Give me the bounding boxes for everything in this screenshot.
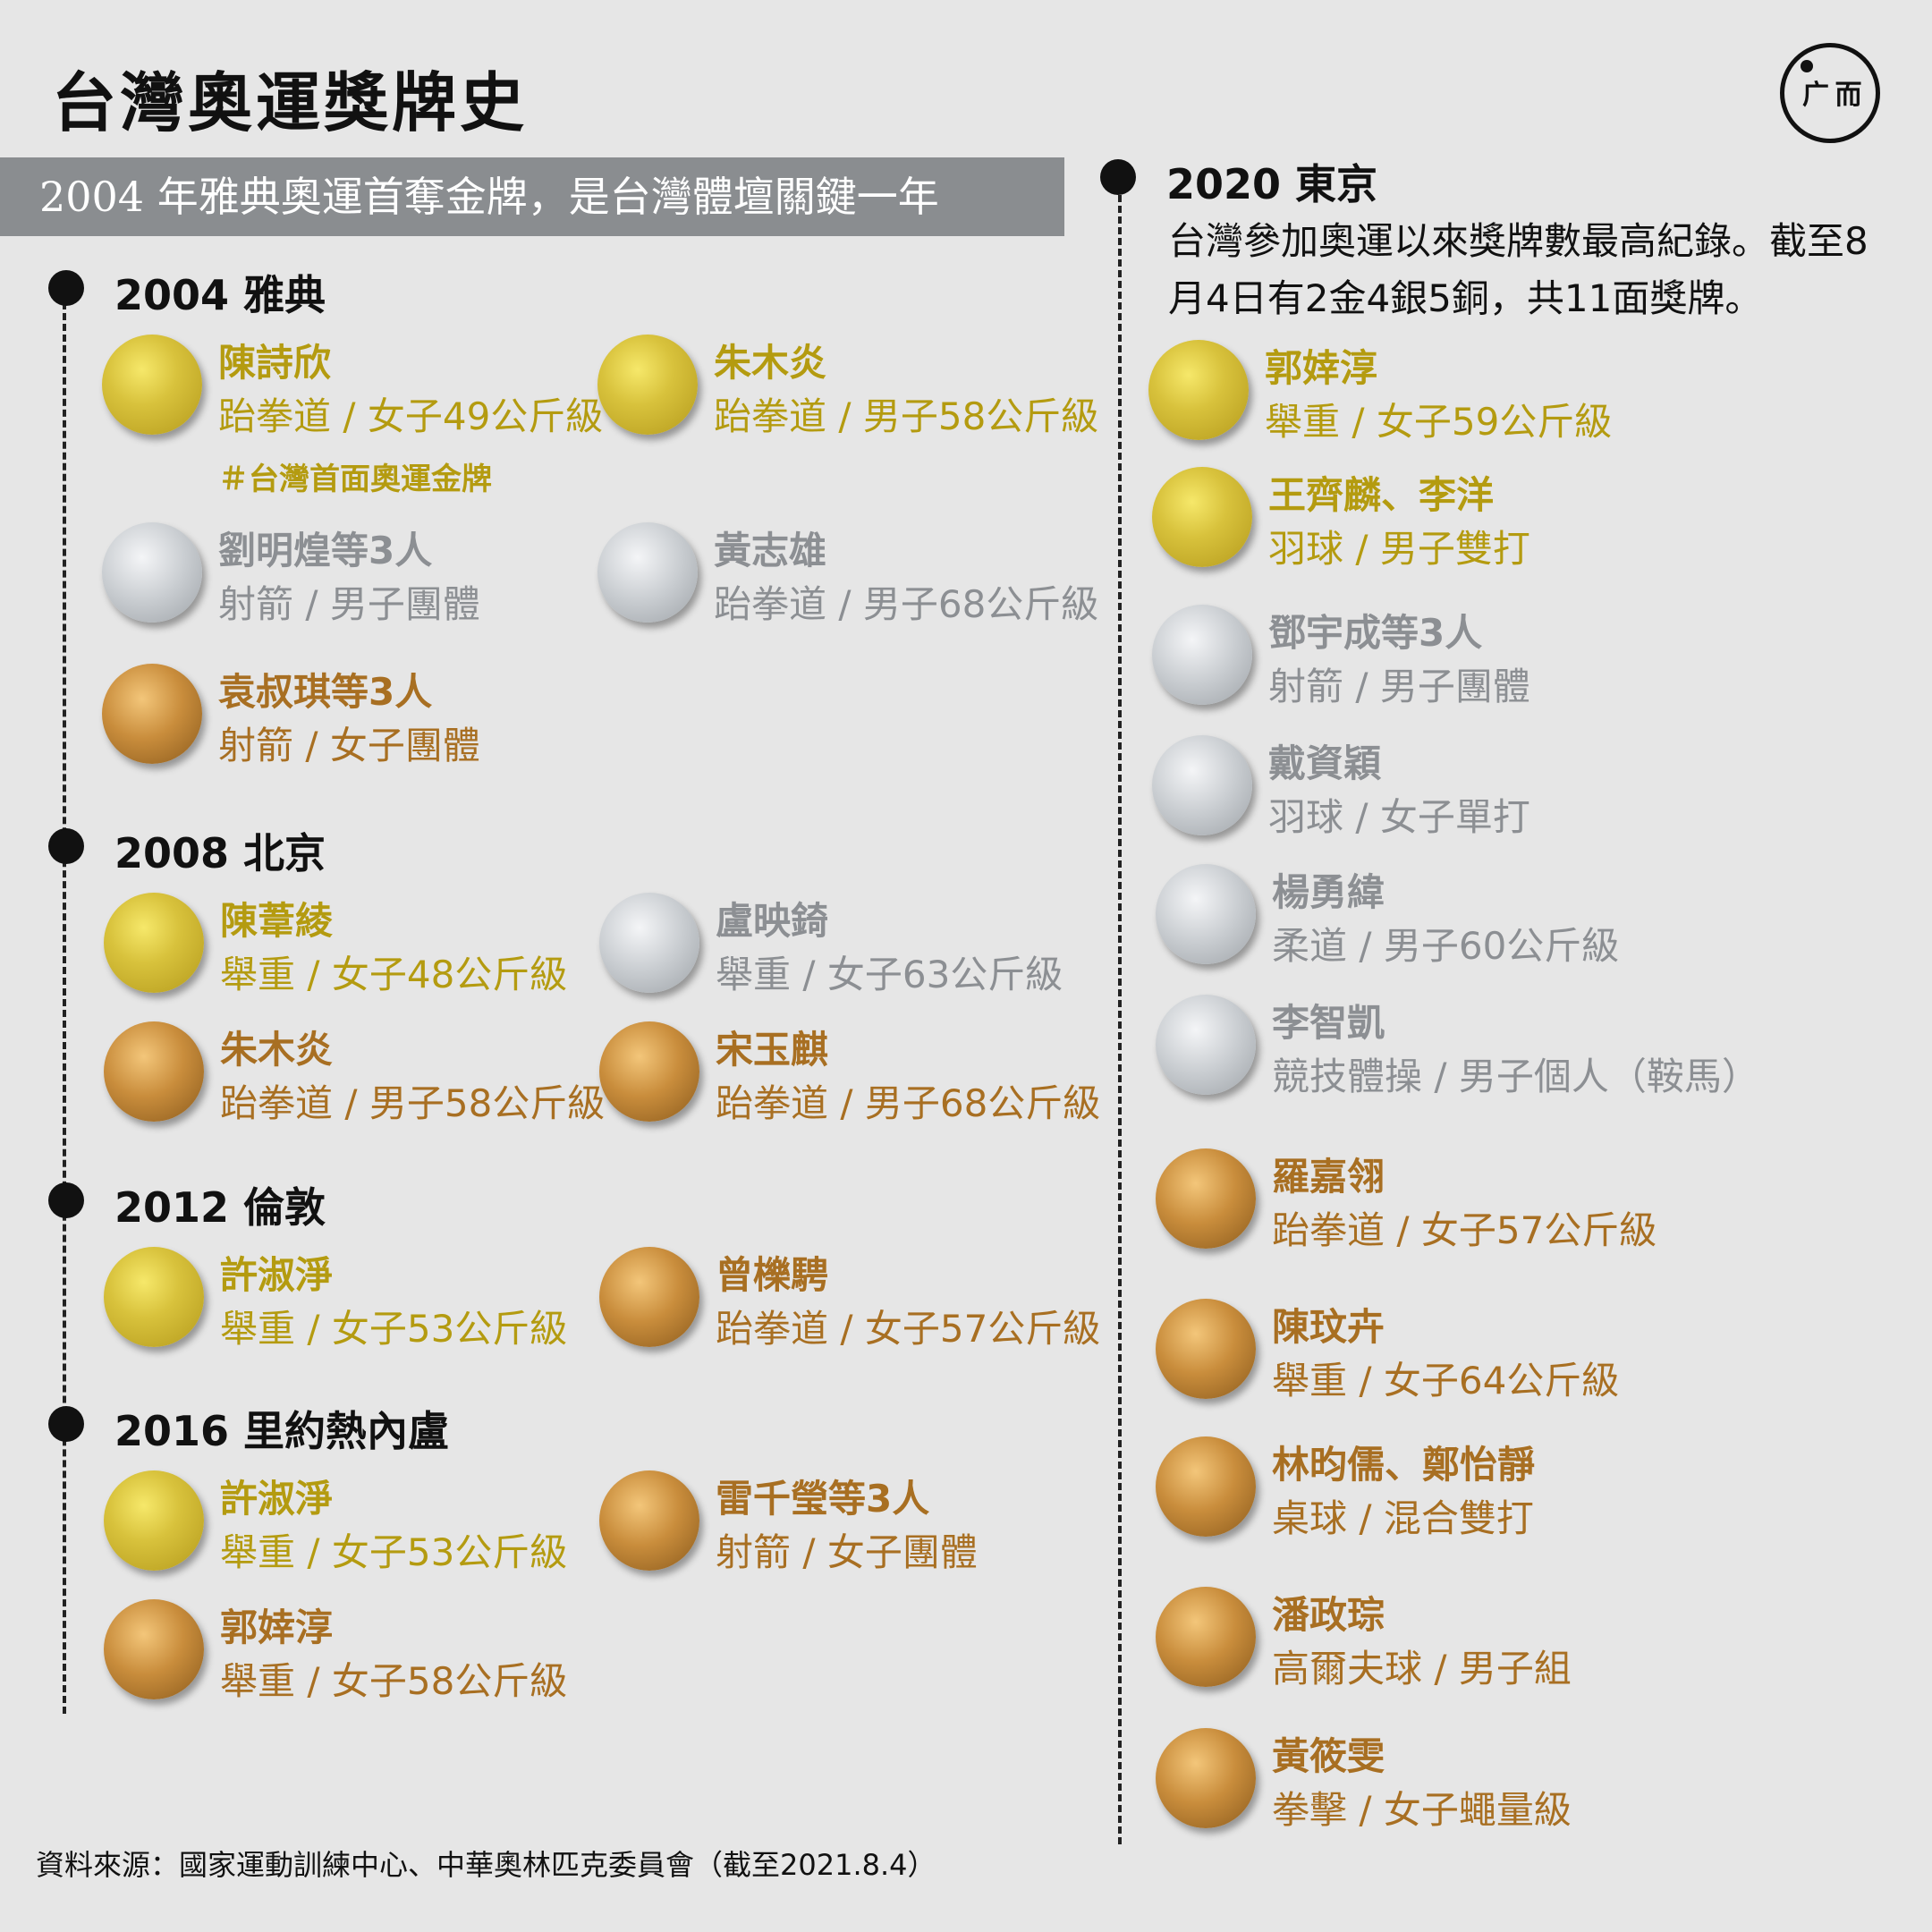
event-label: 跆拳道 / 男子68公斤級 — [714, 582, 1099, 626]
silver-medal-icon — [1152, 735, 1252, 835]
event-label: 舉重 / 女子58公斤級 — [220, 1659, 568, 1703]
year-label: 2004 雅典 — [114, 271, 326, 319]
athlete-name: 羅嘉翎 — [1272, 1155, 1385, 1199]
bronze-medal-icon — [1156, 1728, 1256, 1828]
gold-medal-icon — [102, 335, 202, 435]
athlete-name: 雷千瑩等3人 — [716, 1477, 930, 1521]
event-label: 舉重 / 女子59公斤級 — [1265, 400, 1613, 444]
logo-dot-icon — [1801, 60, 1813, 72]
event-label: 射箭 / 男子團體 — [218, 582, 480, 626]
source-note: 資料來源：國家運動訓練中心、中華奧林匹克委員會（截至2021.8.4） — [36, 1848, 936, 1882]
athlete-name: 許淑淨 — [220, 1477, 334, 1521]
athlete-name: 戴資穎 — [1268, 741, 1382, 785]
bronze-medal-icon — [1156, 1299, 1256, 1399]
event-label: 舉重 / 女子53公斤級 — [220, 1307, 568, 1351]
silver-medal-icon — [599, 893, 699, 993]
athlete-name: 宋玉麒 — [716, 1028, 829, 1072]
silver-medal-icon — [1152, 605, 1252, 705]
event-label: 舉重 / 女子63公斤級 — [716, 953, 1063, 996]
timeline-dot-icon — [1100, 159, 1136, 195]
year-label: 2008 北京 — [114, 829, 326, 877]
bronze-medal-icon — [599, 1470, 699, 1571]
athlete-name: 袁叔琪等3人 — [218, 670, 433, 714]
gold-medal-icon — [1152, 467, 1252, 567]
athlete-name: 劉明煌等3人 — [218, 529, 433, 572]
bronze-medal-icon — [102, 664, 202, 764]
event-label: 高爾夫球 / 男子組 — [1272, 1647, 1572, 1690]
timeline-dot-icon — [48, 828, 84, 864]
silver-medal-icon — [1156, 995, 1256, 1095]
athlete-name: 郭婞淳 — [1265, 346, 1378, 390]
event-label: 射箭 / 女子團體 — [716, 1530, 978, 1574]
event-label: 桌球 / 混合雙打 — [1272, 1496, 1534, 1540]
bronze-medal-icon — [1156, 1148, 1256, 1249]
timeline-left — [63, 292, 66, 1714]
bronze-medal-icon — [1156, 1587, 1256, 1687]
athlete-name: 楊勇緯 — [1272, 870, 1385, 914]
athlete-name: 曾櫟騁 — [716, 1253, 829, 1297]
event-label: 跆拳道 / 男子58公斤級 — [220, 1081, 606, 1125]
event-label: 舉重 / 女子48公斤級 — [220, 953, 568, 996]
year-label: 2016 里約熱內盧 — [114, 1407, 450, 1455]
event-label: 競技體操 / 男子個人（鞍馬） — [1272, 1055, 1759, 1098]
event-label: 跆拳道 / 女子49公斤級 — [218, 394, 604, 438]
bronze-medal-icon — [104, 1021, 204, 1122]
athlete-name: 鄧宇成等3人 — [1268, 611, 1483, 655]
event-label: 羽球 / 男子雙打 — [1268, 527, 1530, 571]
event-label: 跆拳道 / 女子57公斤級 — [716, 1307, 1101, 1351]
brand-logo: 广 而 — [1780, 43, 1880, 143]
athlete-name: 陳葦綾 — [220, 899, 334, 943]
year-label: 2020 東京 — [1166, 160, 1378, 208]
athlete-name: 許淑淨 — [220, 1253, 334, 1297]
year-label: 2012 倫敦 — [114, 1183, 326, 1232]
event-label: 射箭 / 男子團體 — [1268, 665, 1530, 708]
athlete-name: 陳玟卉 — [1272, 1305, 1385, 1349]
bronze-medal-icon — [599, 1247, 699, 1347]
gold-medal-icon — [597, 335, 698, 435]
bronze-medal-icon — [599, 1021, 699, 1122]
event-label: 舉重 / 女子53公斤級 — [220, 1530, 568, 1574]
logo-mark: 广 而 — [1802, 80, 1861, 111]
event-label: 拳擊 / 女子蠅量級 — [1272, 1788, 1572, 1832]
gold-medal-icon — [104, 1470, 204, 1571]
event-label: 柔道 / 男子60公斤級 — [1272, 924, 1620, 968]
athlete-name: 黃筱雯 — [1272, 1734, 1385, 1778]
event-label: 跆拳道 / 男子58公斤級 — [714, 394, 1099, 438]
silver-medal-icon — [1156, 864, 1256, 964]
headline-banner: 2004 年雅典奧運首奪金牌，是台灣體壇關鍵一年 — [0, 157, 1064, 236]
bronze-medal-icon — [1156, 1436, 1256, 1537]
timeline-dot-icon — [48, 1406, 84, 1442]
athlete-name: 朱木炎 — [714, 341, 827, 385]
athlete-name: 林昀儒、鄭怡靜 — [1272, 1443, 1536, 1487]
timeline-dot-icon — [48, 1182, 84, 1218]
silver-medal-icon — [102, 522, 202, 623]
gold-medal-icon — [104, 1247, 204, 1347]
athlete-name: 陳詩欣 — [218, 341, 332, 385]
athlete-name: 王齊麟、李洋 — [1268, 473, 1495, 517]
athlete-name: 郭婞淳 — [220, 1606, 334, 1649]
timeline-right — [1118, 184, 1122, 1844]
event-label: 跆拳道 / 男子68公斤級 — [716, 1081, 1101, 1125]
athlete-name: 李智凱 — [1272, 1001, 1385, 1045]
page-title: 台灣奧運獎牌史 — [52, 65, 529, 140]
athlete-name: 朱木炎 — [220, 1028, 334, 1072]
first-gold-tag: ＃台灣首面奧運金牌 — [218, 462, 492, 497]
event-label: 射箭 / 女子團體 — [218, 724, 480, 767]
event-label: 舉重 / 女子64公斤級 — [1272, 1359, 1620, 1402]
event-label: 羽球 / 女子單打 — [1268, 795, 1530, 839]
athlete-name: 黃志雄 — [714, 529, 827, 572]
athlete-name: 盧映錡 — [716, 899, 829, 943]
tokyo-description: 台灣參加奧運以來獎牌數最高紀錄。截至8月4日有2金4銀5銅，共11面獎牌。 — [1168, 219, 1868, 320]
timeline-dot-icon — [48, 270, 84, 306]
gold-medal-icon — [1148, 340, 1249, 440]
event-label: 跆拳道 / 女子57公斤級 — [1272, 1208, 1657, 1252]
silver-medal-icon — [597, 522, 698, 623]
bronze-medal-icon — [104, 1599, 204, 1699]
athlete-name: 潘政琮 — [1272, 1593, 1385, 1637]
gold-medal-icon — [104, 893, 204, 993]
